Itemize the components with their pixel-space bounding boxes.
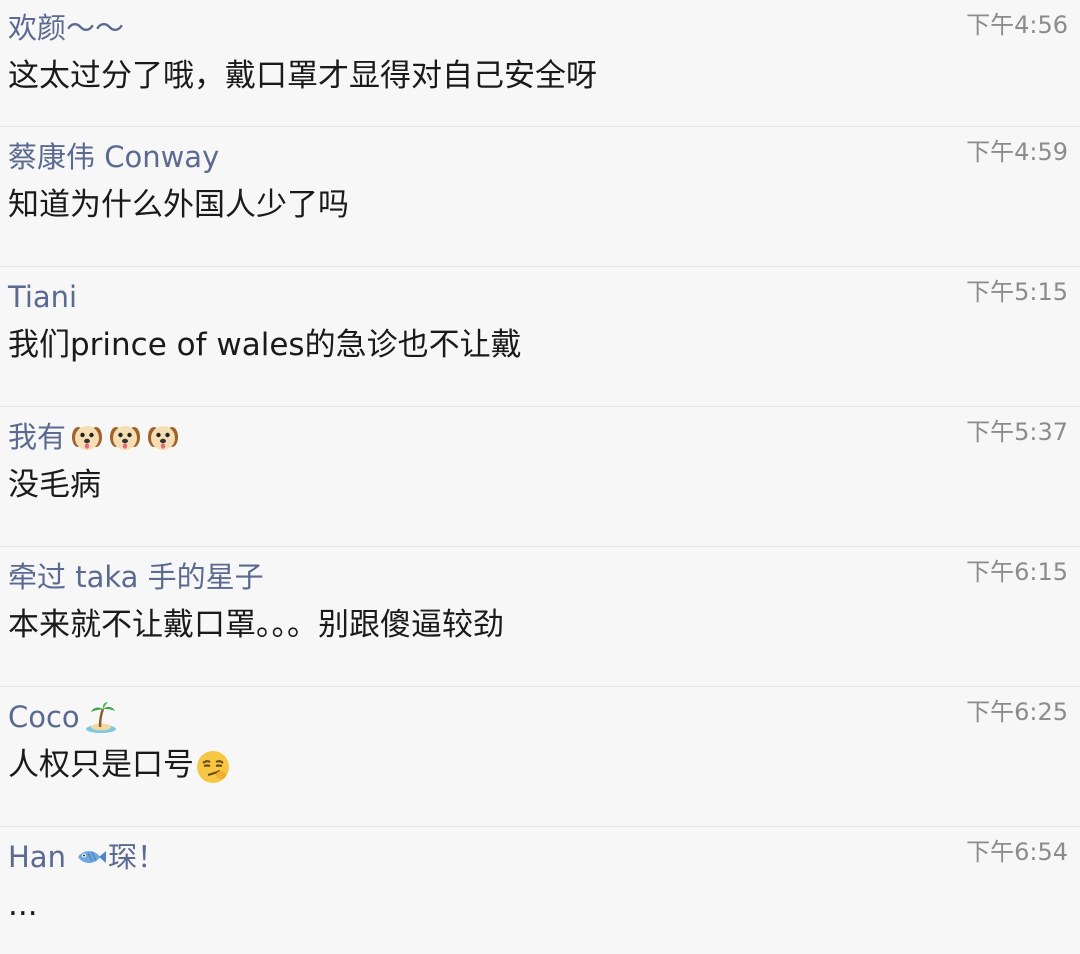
commenter-name: 我有 (8, 420, 67, 454)
commenter-name-group[interactable]: Han 琛！ (8, 839, 166, 875)
commenter-name[interactable]: 欢颜～～ (8, 10, 124, 46)
comment-feed: 欢颜～～ 下午4:56 这太过分了哦，戴口罩才显得对自己安全呀 蔡康伟 Conw… (0, 0, 1080, 954)
commenter-name-group[interactable]: Coco (8, 699, 118, 735)
commenter-name: Han (8, 840, 66, 874)
comment-text: 我们prince of wales的急诊也不让戴 (8, 327, 522, 363)
fish-emoji-icon (74, 840, 108, 874)
comment-timestamp: 下午6:25 (966, 698, 1068, 726)
comment-item[interactable]: 欢颜～～ 下午4:56 这太过分了哦，戴口罩才显得对自己安全呀 (0, 0, 1080, 127)
comment-item[interactable]: 我有 下午5:37 没毛病 (0, 407, 1080, 547)
comment-text: 这太过分了哦，戴口罩才显得对自己安全呀 (8, 58, 597, 94)
comment-text: 本来就不让戴口罩。。。别跟傻逼较劲 (8, 607, 504, 643)
commenter-name-suffix: 琛！ (107, 840, 166, 874)
commenter-name[interactable]: 牵过 taka 手的星子 (8, 559, 264, 595)
commenter-name[interactable]: Tiani (8, 279, 77, 315)
desert-island-emoji-icon (84, 700, 118, 734)
comment-timestamp: 下午4:59 (966, 138, 1068, 166)
comment-item[interactable]: Coco 下午6:25 人权只是口号 (0, 687, 1080, 827)
comment-text: 人权只是口号 (8, 747, 194, 783)
dog-face-emoji-icon (70, 420, 104, 454)
comment-text: ... (8, 887, 38, 923)
dog-face-emoji-icon (108, 420, 142, 454)
comment-item[interactable]: Tiani 下午5:15 我们prince of wales的急诊也不让戴 (0, 267, 1080, 407)
comment-timestamp: 下午6:15 (966, 558, 1068, 586)
comment-text: 没毛病 (8, 467, 101, 503)
smirking-face-emoji-icon (194, 748, 232, 786)
comment-timestamp: 下午6:54 (966, 838, 1068, 866)
commenter-name: Coco (8, 700, 80, 734)
comment-timestamp: 下午4:56 (966, 11, 1068, 39)
comment-timestamp: 下午5:37 (966, 418, 1068, 446)
comment-item[interactable]: Han 琛！ 下午6:54 ... (0, 827, 1080, 954)
comment-text: 知道为什么外国人少了吗 (8, 187, 349, 223)
dog-face-emoji-icon (146, 420, 180, 454)
commenter-name-group[interactable]: 我有 (8, 419, 180, 455)
comment-text-group: 人权只是口号 (8, 745, 232, 786)
comment-item[interactable]: 牵过 taka 手的星子 下午6:15 本来就不让戴口罩。。。别跟傻逼较劲 (0, 547, 1080, 687)
comment-item[interactable]: 蔡康伟 Conway 下午4:59 知道为什么外国人少了吗 (0, 127, 1080, 267)
comment-timestamp: 下午5:15 (966, 278, 1068, 306)
commenter-name[interactable]: 蔡康伟 Conway (8, 139, 219, 175)
